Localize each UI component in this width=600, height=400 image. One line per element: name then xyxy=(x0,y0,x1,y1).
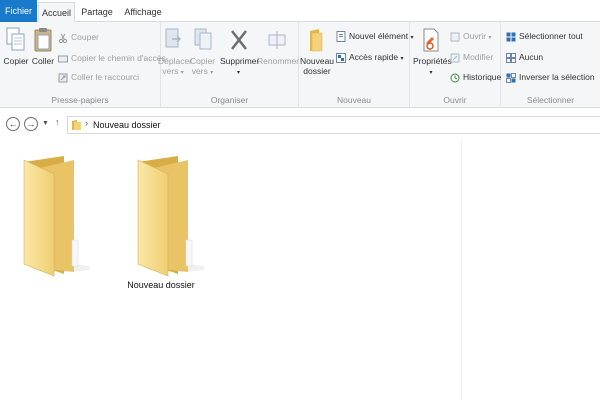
delete-label: Supprimer xyxy=(220,56,260,66)
folder-item-name: Nouveau dossier xyxy=(127,280,195,290)
new-folder-button[interactable]: Nouveau dossier xyxy=(300,27,334,76)
properties-button[interactable]: Propriétés ▾ xyxy=(413,27,452,78)
up-button[interactable]: ↑ xyxy=(55,117,60,127)
address-bar[interactable]: › Nouveau dossier xyxy=(67,116,600,134)
folder-item[interactable] xyxy=(2,148,92,280)
history-label: Historique xyxy=(463,72,502,82)
scissors-icon xyxy=(58,33,68,43)
clipboard-group-title: Presse-papiers xyxy=(51,95,109,105)
large-folder-icon xyxy=(23,156,90,277)
back-button[interactable]: ← xyxy=(6,117,20,131)
select-all-icon xyxy=(506,32,516,42)
tab-share[interactable]: Partage xyxy=(78,2,116,22)
arrow-left-icon: ← xyxy=(8,119,18,129)
open-button[interactable]: Ouvrir ▾ xyxy=(450,29,492,43)
new-group-title: Nouveau xyxy=(336,95,372,105)
arrow-up-icon: ↑ xyxy=(55,117,60,127)
delete-x-icon xyxy=(230,30,247,50)
rename-icon xyxy=(268,31,286,49)
organize-group-title: Organiser xyxy=(210,95,249,105)
new-item-icon xyxy=(336,31,346,43)
open-group: Propriétés ▾ Ouvrir ▾ Modifier Historique… xyxy=(410,22,501,108)
folder-item[interactable]: Nouveau dossier xyxy=(116,148,206,290)
select-all-label: Sélectionner tout xyxy=(519,31,583,41)
select-group: Sélectionner tout Aucun Inverser la séle… xyxy=(501,22,600,108)
new-item-label: Nouvel élément xyxy=(349,31,409,41)
copy-to-label-1: Copier xyxy=(189,56,216,66)
copy-path-button[interactable]: Copier le chemin d'accès xyxy=(58,51,166,65)
paste-label: Coller xyxy=(31,56,55,66)
edit-label: Modifier xyxy=(463,52,494,62)
history-icon xyxy=(450,73,460,83)
file-list-view: Nouveau dossier xyxy=(0,140,600,400)
open-group-title: Ouvrir xyxy=(443,95,467,105)
move-to-label-1: Déplacer xyxy=(158,56,193,66)
history-button[interactable]: Historique xyxy=(450,70,501,84)
new-folder-label-1: Nouveau xyxy=(300,56,335,66)
copy-to-label-2: vers xyxy=(191,66,208,76)
move-to-label-2: vers xyxy=(162,66,179,76)
paste-shortcut-icon xyxy=(58,73,68,83)
copy-label: Copier xyxy=(3,56,29,66)
copy-button[interactable]: Copier xyxy=(3,27,29,66)
new-item-button[interactable]: Nouvel élément ▾ xyxy=(336,29,413,43)
folder-icon xyxy=(72,120,81,130)
delete-button[interactable]: Supprimer ▾ xyxy=(220,27,260,78)
large-folder-icon xyxy=(137,156,204,277)
cut-label: Couper xyxy=(71,32,99,42)
edit-button[interactable]: Modifier xyxy=(450,50,493,64)
invert-selection-icon xyxy=(506,72,516,83)
tab-home[interactable]: Accueil xyxy=(38,2,75,23)
open-icon xyxy=(450,32,460,42)
new-folder-icon xyxy=(310,29,323,52)
select-none-label: Aucun xyxy=(519,52,544,62)
select-all-button[interactable]: Sélectionner tout xyxy=(506,29,583,43)
recent-locations-button[interactable]: ▼ xyxy=(42,120,49,127)
column-divider xyxy=(461,140,462,400)
easy-access-label: Accès rapide xyxy=(349,52,399,62)
breadcrumb-current-folder[interactable]: Nouveau dossier xyxy=(93,120,161,130)
properties-label: Propriétés xyxy=(413,56,452,66)
paste-button[interactable]: Coller xyxy=(30,27,56,66)
arrow-right-icon: → xyxy=(26,119,36,129)
invert-selection-button[interactable]: Inverser la sélection xyxy=(506,70,595,84)
select-none-icon xyxy=(506,52,516,63)
ribbon: Copier Coller Couper Copier le chemin d'… xyxy=(0,22,600,108)
navigation-bar: ← → ▼ ↑ › Nouveau dossier xyxy=(0,112,600,138)
rename-label: Renommer xyxy=(257,56,300,66)
move-to-button[interactable]: Déplacer vers ▾ xyxy=(158,27,192,78)
paste-shortcut-label: Coller le raccourci xyxy=(71,72,140,82)
move-to-icon xyxy=(165,28,182,48)
invert-selection-label: Inverser la sélection xyxy=(519,72,595,82)
copy-path-icon xyxy=(58,55,68,63)
new-group: Nouveau dossier Nouvel élément ▾ Accès r… xyxy=(299,22,413,108)
cut-button[interactable]: Couper xyxy=(58,30,99,44)
ribbon-tab-bar: Fichier Accueil Partage Affichage xyxy=(0,0,600,23)
organize-group: Déplacer vers ▾ Copier vers ▾ Supprimer ▾… xyxy=(158,22,300,108)
copy-to-icon xyxy=(194,28,211,50)
copy-icon xyxy=(6,27,25,51)
chevron-down-icon: ▼ xyxy=(42,120,49,127)
copy-to-button[interactable]: Copier vers ▾ xyxy=(189,27,216,78)
tab-view[interactable]: Affichage xyxy=(121,2,165,22)
select-group-title: Sélectionner xyxy=(526,95,575,105)
easy-access-icon xyxy=(336,52,346,63)
copy-path-label: Copier le chemin d'accès xyxy=(71,53,166,63)
breadcrumb-chevron-icon: › xyxy=(85,118,88,128)
edit-icon xyxy=(450,53,460,63)
open-label: Ouvrir xyxy=(463,31,487,41)
paste-shortcut-button[interactable]: Coller le raccourci xyxy=(58,70,139,84)
select-none-button[interactable]: Aucun xyxy=(506,50,543,64)
easy-access-button[interactable]: Accès rapide ▾ xyxy=(336,50,404,64)
new-folder-label-2: dossier xyxy=(303,66,331,76)
rename-button[interactable]: Renommer xyxy=(257,27,300,66)
paste-icon xyxy=(34,28,52,52)
clipboard-group: Copier Coller Couper Copier le chemin d'… xyxy=(0,22,166,108)
tab-file[interactable]: Fichier xyxy=(0,0,37,22)
properties-icon xyxy=(423,28,439,52)
forward-button[interactable]: → xyxy=(24,117,38,131)
